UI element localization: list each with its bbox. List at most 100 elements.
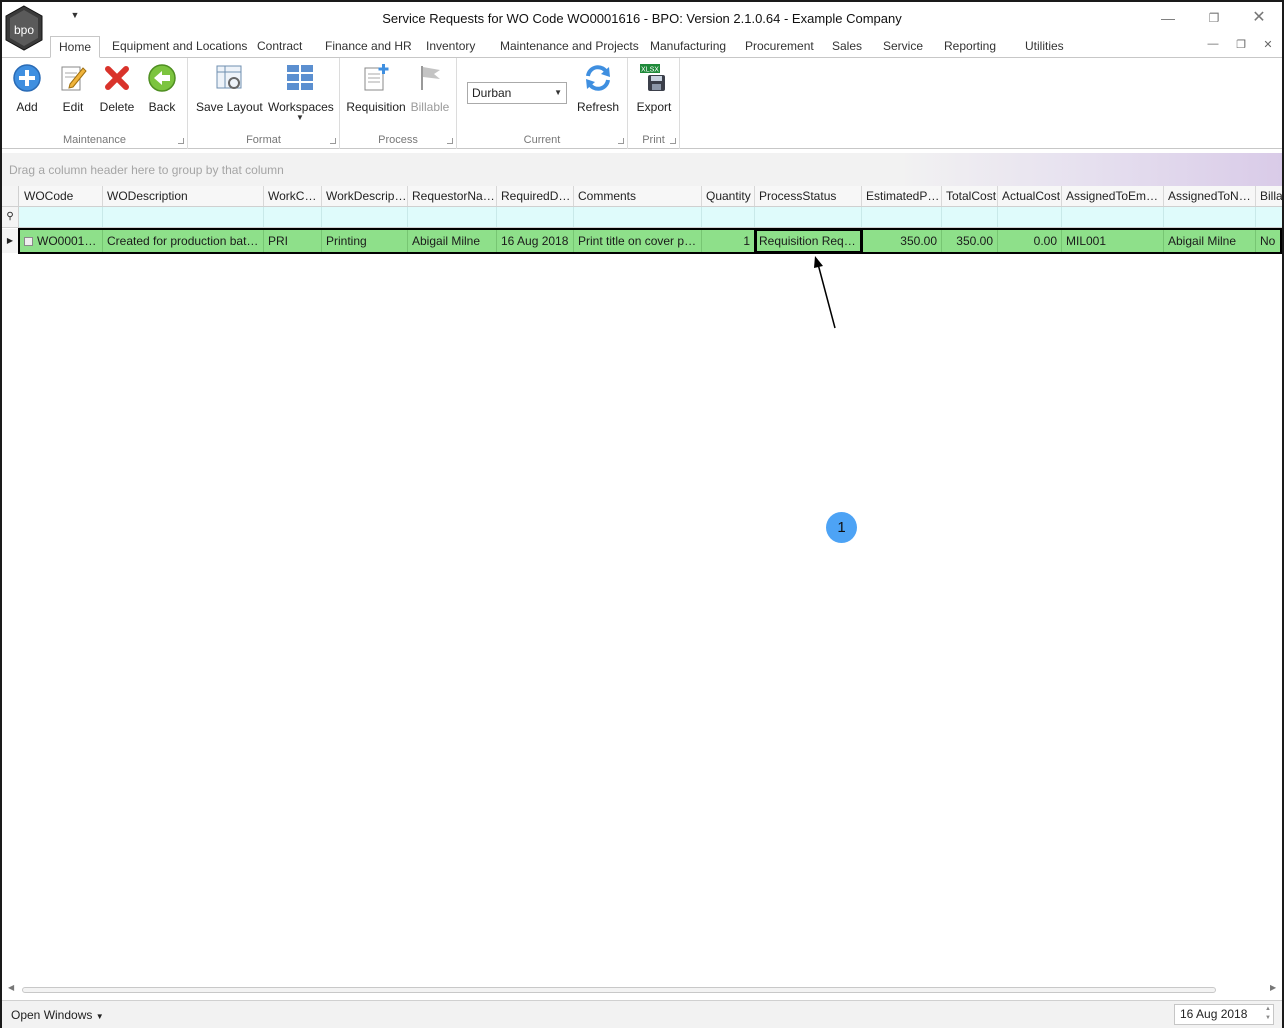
- open-windows-menu[interactable]: Open Windows ▼: [11, 1008, 104, 1022]
- current-date-field[interactable]: 16 Aug 2018 ▲ ▼: [1174, 1004, 1274, 1025]
- site-combo[interactable]: Durban ▼: [467, 82, 567, 104]
- tab-reporting[interactable]: Reporting: [936, 36, 1004, 58]
- filter-cell-comments[interactable]: [574, 207, 702, 227]
- callout-badge: 1: [826, 512, 857, 543]
- process-group-launcher[interactable]: [447, 138, 453, 144]
- column-header-wocode[interactable]: WOCode: [20, 186, 103, 206]
- filter-cell-billable[interactable]: [1256, 207, 1282, 227]
- column-header-workcode[interactable]: WorkCode: [264, 186, 322, 206]
- cell-quantity[interactable]: 1: [702, 229, 755, 253]
- filter-cell-requestorname[interactable]: [408, 207, 497, 227]
- cell-assignedtoemplno[interactable]: MIL001: [1062, 229, 1164, 253]
- cell-actualcost[interactable]: 0.00: [998, 229, 1062, 253]
- tab-sales[interactable]: Sales: [824, 36, 870, 58]
- edit-button[interactable]: Edit: [54, 62, 92, 122]
- column-header-workdescription[interactable]: WorkDescription: [322, 186, 408, 206]
- maintenance-group-launcher[interactable]: [178, 138, 184, 144]
- filter-cell-assignedtoemplno[interactable]: [1062, 207, 1164, 227]
- tab-equipment-and-locations[interactable]: Equipment and Locations: [104, 36, 255, 58]
- add-button[interactable]: Add: [8, 62, 46, 122]
- delete-icon: [105, 66, 129, 90]
- mdi-restore-button[interactable]: ❐: [1231, 38, 1251, 54]
- column-header-comments[interactable]: Comments: [574, 186, 702, 206]
- close-button[interactable]: ✕: [1245, 8, 1273, 28]
- cell-assignedtoname[interactable]: Abigail Milne: [1164, 229, 1256, 253]
- filter-cell-wocode[interactable]: [20, 207, 103, 227]
- requisition-button[interactable]: Requisition: [346, 62, 406, 122]
- column-header-actualcost[interactable]: ActualCost: [998, 186, 1062, 206]
- filter-cell-actualcost[interactable]: [998, 207, 1062, 227]
- tab-procurement[interactable]: Procurement: [737, 36, 822, 58]
- row-expand-icon[interactable]: [24, 237, 33, 247]
- column-header-quantity[interactable]: Quantity: [702, 186, 755, 206]
- minimize-button[interactable]: —: [1154, 8, 1182, 28]
- filter-cell-requireddate[interactable]: [497, 207, 574, 227]
- column-header-billable[interactable]: Billab: [1256, 186, 1282, 206]
- cell-workcode[interactable]: PRI: [264, 229, 322, 253]
- tab-finance-and-hr[interactable]: Finance and HR: [317, 36, 420, 58]
- filter-cell-wodescription[interactable]: [103, 207, 264, 227]
- tab-service[interactable]: Service: [875, 36, 931, 58]
- filter-cell-workcode[interactable]: [264, 207, 322, 227]
- tab-manufacturing[interactable]: Manufacturing: [642, 36, 734, 58]
- auto-filter-row[interactable]: ⚲: [2, 207, 1282, 228]
- current-group-launcher[interactable]: [618, 138, 624, 144]
- add-icon: [13, 64, 41, 92]
- column-header-totalcost[interactable]: TotalCost: [942, 186, 998, 206]
- scroll-left-icon[interactable]: ◀: [8, 983, 14, 992]
- print-group-launcher[interactable]: [670, 138, 676, 144]
- column-header-assignedtoemplno[interactable]: AssignedToEmplNo: [1062, 186, 1164, 206]
- service-requests-grid: WOCode WODescription WorkCode WorkDescri…: [2, 186, 1282, 980]
- format-group-launcher[interactable]: [330, 138, 336, 144]
- cell-wodescription[interactable]: Created for production batch...: [103, 229, 264, 253]
- mdi-minimize-button[interactable]: —: [1203, 38, 1223, 54]
- cell-requestorname[interactable]: Abigail Milne: [408, 229, 497, 253]
- scrollbar-thumb[interactable]: [22, 987, 1216, 993]
- mdi-close-button[interactable]: ✕: [1258, 38, 1278, 54]
- ribbon-tabs: Home Equipment and Locations Contract Fi…: [46, 36, 1282, 58]
- table-row[interactable]: ▶ WO0001616 Created for production batch…: [2, 229, 1282, 253]
- filter-cell-estimatedprice[interactable]: [862, 207, 942, 227]
- refresh-button[interactable]: Refresh: [575, 62, 621, 122]
- filter-cell-assignedtoname[interactable]: [1164, 207, 1256, 227]
- cell-billable[interactable]: No: [1256, 229, 1282, 253]
- group-by-panel[interactable]: Drag a column header here to group by th…: [2, 153, 1282, 186]
- tab-home[interactable]: Home: [50, 36, 101, 58]
- cell-comments[interactable]: Print title on cover page.: [574, 229, 702, 253]
- column-header-assignedtoname[interactable]: AssignedToName: [1164, 186, 1256, 206]
- cell-estimatedprice[interactable]: 350.00: [862, 229, 942, 253]
- cell-totalcost[interactable]: 350.00: [942, 229, 998, 253]
- restore-button[interactable]: ❐: [1200, 8, 1228, 28]
- workspaces-button[interactable]: Workspaces ▼: [268, 62, 334, 122]
- horizontal-scrollbar[interactable]: ◀ ▶: [2, 982, 1282, 998]
- scroll-right-icon[interactable]: ▶: [1270, 983, 1276, 992]
- date-spinner-icon[interactable]: ▲ ▼: [1265, 1005, 1271, 1023]
- workspaces-label: Workspaces: [268, 100, 334, 114]
- header-indicator: [2, 186, 19, 206]
- delete-button[interactable]: Delete: [97, 62, 137, 122]
- back-button[interactable]: Back: [144, 62, 180, 122]
- tab-inventory[interactable]: Inventory: [418, 36, 483, 58]
- save-layout-button[interactable]: Save Layout: [196, 62, 263, 122]
- requisition-icon: [364, 64, 389, 91]
- tab-contract[interactable]: Contract: [249, 36, 310, 58]
- column-header-processstatus[interactable]: ProcessStatus: [755, 186, 862, 206]
- filter-cell-quantity[interactable]: [702, 207, 755, 227]
- billable-button[interactable]: Billable: [410, 62, 450, 122]
- column-header-requireddate[interactable]: RequiredDate: [497, 186, 574, 206]
- export-button[interactable]: XLSX Export: [634, 62, 674, 122]
- filter-cell-totalcost[interactable]: [942, 207, 998, 227]
- column-header-estimatedprice[interactable]: EstimatedPrice: [862, 186, 942, 206]
- column-header-requestorname[interactable]: RequestorName: [408, 186, 497, 206]
- cell-processstatus[interactable]: Requisition Required: [755, 229, 862, 253]
- cell-wocode[interactable]: WO0001616: [20, 229, 103, 253]
- tab-utilities[interactable]: Utilities: [1017, 36, 1072, 58]
- requisition-label: Requisition: [346, 100, 406, 114]
- filter-cell-processstatus[interactable]: [755, 207, 862, 227]
- tab-maintenance-and-projects[interactable]: Maintenance and Projects: [492, 36, 647, 58]
- cell-requireddate[interactable]: 16 Aug 2018: [497, 229, 574, 253]
- column-header-wodescription[interactable]: WODescription: [103, 186, 264, 206]
- filter-cell-workdescription[interactable]: [322, 207, 408, 227]
- cell-workdescription[interactable]: Printing: [322, 229, 408, 253]
- row-indicator-arrow-icon: ▶: [2, 229, 19, 253]
